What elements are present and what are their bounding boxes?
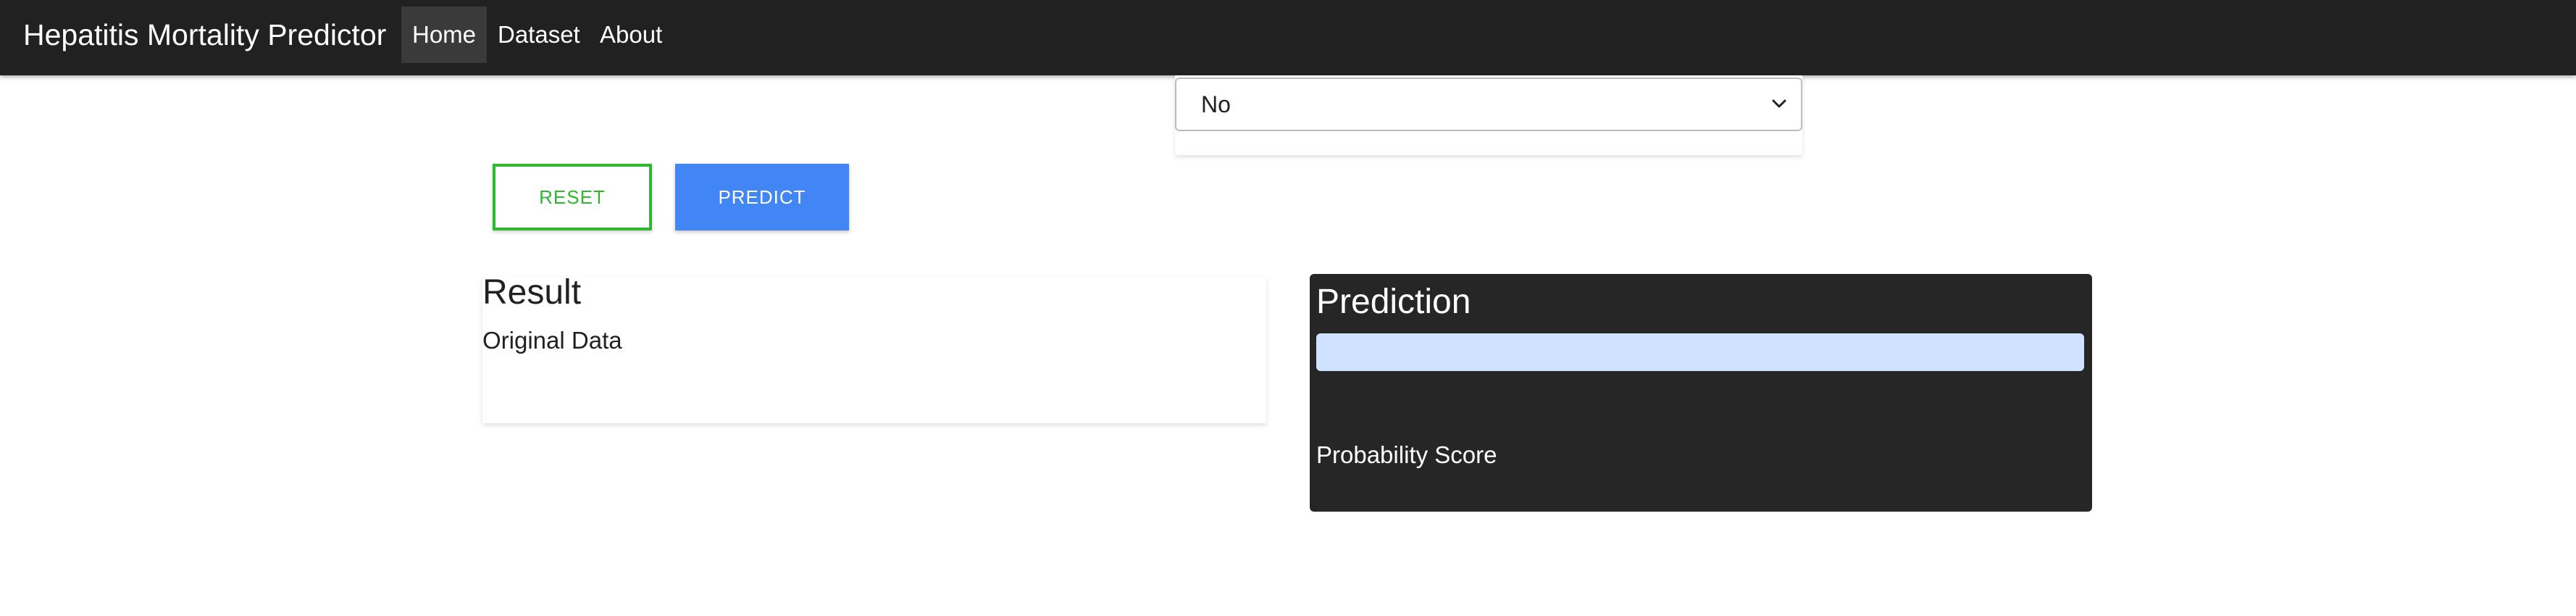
prediction-title: Prediction — [1316, 283, 1471, 321]
nav-link-about[interactable]: About — [600, 7, 662, 63]
result-title: Result — [482, 273, 582, 312]
top-navbar: Hepatitis Mortality Predictor Home Datas… — [0, 0, 2576, 75]
chevron-down-icon — [1772, 99, 1786, 108]
prediction-output-bar — [1316, 333, 2084, 371]
select-current-value: No — [1201, 91, 1231, 117]
original-data-label: Original Data — [482, 327, 622, 354]
navbar-brand[interactable]: Hepatitis Mortality Predictor — [23, 0, 386, 70]
probability-score-label: Probability Score — [1316, 441, 1497, 468]
predict-button[interactable]: Predict — [675, 164, 849, 230]
nav-link-dataset[interactable]: Dataset — [498, 7, 580, 63]
nav-link-home[interactable]: Home — [401, 7, 487, 63]
prediction-card: Prediction Probability Score — [1310, 274, 2092, 512]
yes-no-select[interactable]: No — [1175, 78, 1802, 131]
reset-button[interactable]: Reset — [493, 164, 652, 230]
